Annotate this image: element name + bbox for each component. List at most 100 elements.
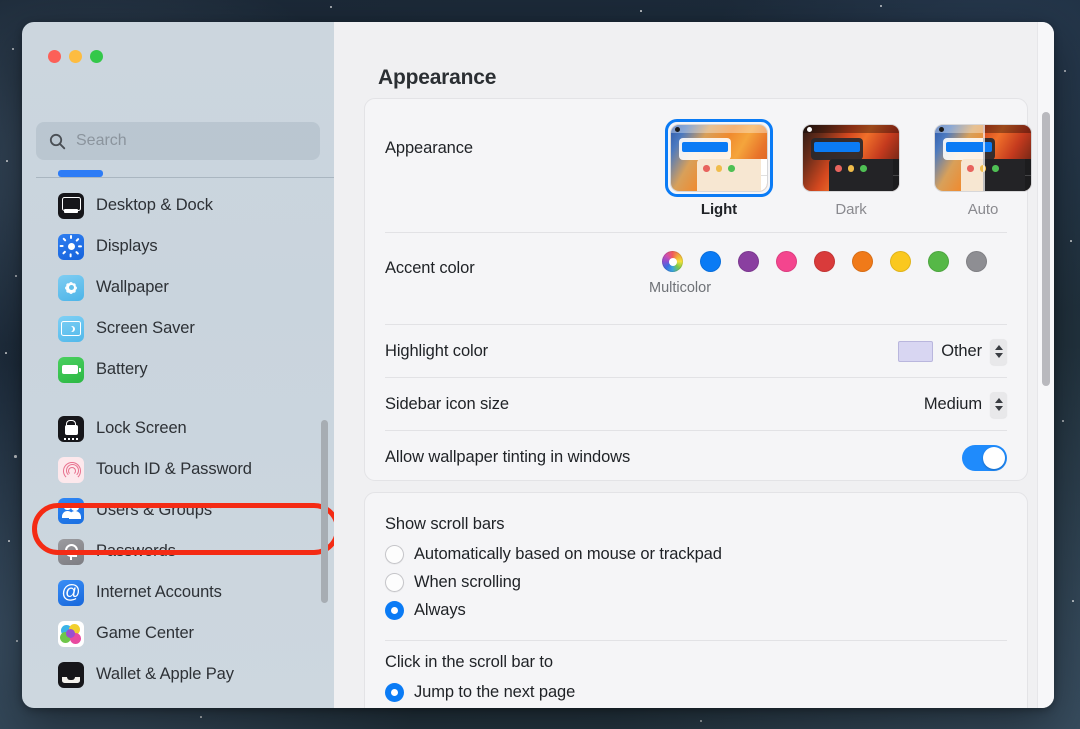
search-icon — [49, 133, 66, 149]
desktop-background: Desktop & Dock Displays — [0, 0, 1080, 729]
appearance-option-label: Dark — [835, 201, 867, 218]
wallpaper-tinting-toggle[interactable] — [962, 444, 1007, 471]
sidebar-item-label: Lock Screen — [96, 419, 187, 437]
search-field[interactable] — [36, 122, 320, 160]
zoom-button[interactable] — [90, 50, 103, 63]
sidebar-item-game-center[interactable]: Game Center — [34, 613, 322, 654]
minimize-button[interactable] — [69, 50, 82, 63]
sidebar-list: Desktop & Dock Displays Wallpaper Screen… — [22, 185, 334, 708]
sidebar-item-wallpaper[interactable]: Wallpaper — [34, 267, 322, 308]
star — [200, 716, 202, 718]
sidebar-item-label: Internet Accounts — [96, 583, 222, 601]
accent-color-swatch-group — [662, 251, 987, 272]
wallpaper-icon — [58, 274, 84, 301]
appearance-option-label: Auto — [967, 201, 999, 218]
appearance-option-dark[interactable]: Dark — [797, 119, 905, 218]
star — [14, 455, 17, 458]
search-input[interactable] — [74, 131, 310, 151]
radio-click-jump-next-page[interactable]: Jump to the next page — [385, 683, 575, 702]
accent-swatch-red[interactable] — [814, 251, 835, 272]
sidebar-item-displays[interactable]: Displays — [34, 226, 322, 267]
sidebar-item-label: Wallpaper — [96, 278, 169, 296]
radio-show-scrollbars-when-scrolling[interactable]: When scrolling — [385, 573, 521, 592]
radio-button[interactable] — [385, 573, 404, 592]
sidebar-item-label: Game Center — [96, 624, 194, 642]
scroll-bars-settings-card: Show scroll bars Automatically based on … — [364, 492, 1028, 708]
sidebar-item-users-and-groups[interactable]: Users & Groups — [34, 490, 322, 531]
dark-appearance-thumbnail — [803, 125, 899, 191]
highlight-color-swatch[interactable] — [898, 341, 934, 362]
sidebar-item-internet-accounts[interactable]: @ Internet Accounts — [34, 572, 322, 613]
radio-label: Automatically based on mouse or trackpad — [414, 545, 722, 563]
appearance-row: Appearance Light Dark Auto — [365, 99, 1031, 233]
sidebar-icon-size-stepper[interactable] — [990, 391, 1007, 418]
star — [330, 6, 332, 8]
page-title: Appearance — [378, 66, 497, 89]
wallpaper-tinting-label: Allow wallpaper tinting in windows — [385, 448, 631, 466]
accent-swatch-yellow[interactable] — [890, 251, 911, 272]
sidebar-item-lock-screen[interactable]: Lock Screen — [34, 408, 322, 449]
light-appearance-thumbnail — [671, 125, 767, 191]
sidebar-item-label: Wallet & Apple Pay — [96, 665, 234, 683]
screen-saver-icon — [58, 315, 84, 342]
accent-swatch-blue[interactable] — [700, 251, 721, 272]
sidebar-item-label: Battery — [96, 360, 148, 378]
star — [15, 275, 17, 277]
sidebar-item-battery[interactable]: Battery — [34, 349, 322, 390]
star — [5, 352, 7, 354]
accent-swatch-orange[interactable] — [852, 251, 873, 272]
radio-label: Always — [414, 601, 466, 619]
sidebar-item-label: Desktop & Dock — [96, 196, 213, 214]
star — [6, 160, 8, 162]
star — [1062, 420, 1064, 422]
wallpaper-tinting-row: Allow wallpaper tinting in windows — [365, 431, 1027, 484]
radio-label: Jump to the next page — [414, 683, 576, 701]
star — [1070, 240, 1072, 242]
sidebar-item-label: Displays — [96, 237, 158, 255]
star — [640, 10, 642, 12]
star — [8, 540, 10, 542]
radio-button[interactable] — [385, 545, 404, 564]
accent-swatch-purple[interactable] — [738, 251, 759, 272]
passwords-icon — [58, 538, 84, 565]
star — [16, 640, 18, 642]
accent-color-row: Accent color Multicolor — [365, 233, 1027, 325]
radio-show-scrollbars-automatic[interactable]: Automatically based on mouse or trackpad — [385, 545, 722, 564]
displays-icon — [58, 233, 84, 260]
show-scroll-bars-label: Show scroll bars — [385, 515, 505, 533]
accent-swatch-graphite[interactable] — [966, 251, 987, 272]
appearance-option-light[interactable]: Light — [665, 119, 773, 218]
content-scrollbar-track[interactable] — [1037, 22, 1054, 708]
content-scrollbar-thumb[interactable] — [1042, 112, 1050, 386]
click-scroll-bar-label: Click in the scroll bar to — [385, 653, 553, 671]
sidebar-item-touch-id-and-password[interactable]: Touch ID & Password — [34, 449, 322, 490]
internet-accounts-icon: @ — [58, 579, 84, 606]
radio-label: When scrolling — [414, 573, 521, 591]
desktop-and-dock-icon — [58, 192, 84, 219]
sidebar-icon-size-row: Sidebar icon size Medium — [365, 378, 1027, 431]
appearance-option-auto[interactable]: Auto — [929, 119, 1037, 218]
radio-button[interactable] — [385, 601, 404, 620]
close-button[interactable] — [48, 50, 61, 63]
wallet-and-apple-pay-icon — [58, 661, 84, 688]
partial-selected-item-indicator — [58, 170, 103, 177]
highlight-color-stepper[interactable] — [990, 338, 1007, 365]
sidebar-scrollbar[interactable] — [321, 420, 328, 603]
star — [880, 5, 882, 7]
sidebar-item-desktop-and-dock[interactable]: Desktop & Dock — [34, 185, 322, 226]
accent-color-caption: Multicolor — [649, 280, 712, 296]
row-divider — [385, 640, 1007, 641]
accent-swatch-green[interactable] — [928, 251, 949, 272]
sidebar-item-passwords[interactable]: Passwords — [34, 531, 322, 572]
radio-button[interactable] — [385, 683, 404, 702]
sidebar-item-wallet-and-apple-pay[interactable]: Wallet & Apple Pay — [34, 654, 322, 695]
accent-color-label: Accent color — [385, 259, 475, 277]
radio-show-scrollbars-always[interactable]: Always — [385, 601, 466, 620]
accent-swatch-pink[interactable] — [776, 251, 797, 272]
battery-icon — [58, 356, 84, 383]
highlight-color-row: Highlight color Other — [365, 325, 1027, 378]
sidebar-item-screen-saver[interactable]: Screen Saver — [34, 308, 322, 349]
star — [700, 720, 702, 722]
star — [1072, 600, 1074, 602]
accent-swatch-multicolor[interactable] — [662, 251, 683, 272]
